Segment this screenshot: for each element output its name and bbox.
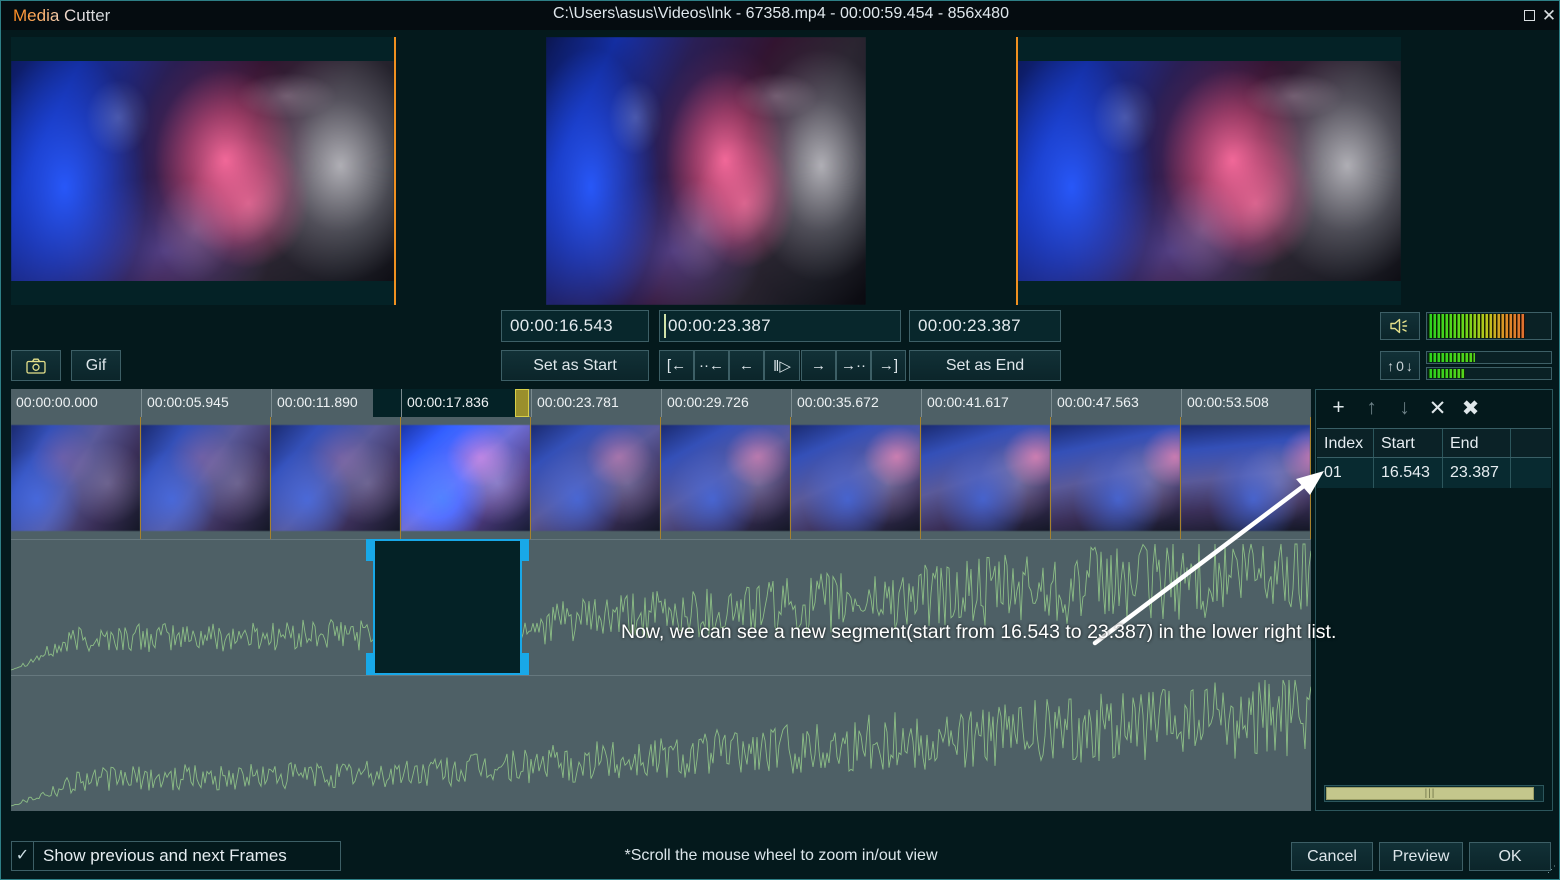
channel-stepper[interactable]: ↑ 0 ↓ xyxy=(1380,351,1420,380)
column-header-end[interactable]: End xyxy=(1443,429,1511,457)
jump-to-start-button[interactable]: [← xyxy=(659,350,694,381)
segment-table[interactable]: Index Start End 01 16.543 23.387 xyxy=(1317,428,1551,488)
segment-end-cell[interactable]: 23.387 xyxy=(1443,458,1511,488)
play-pause-button[interactable]: ‖▷ xyxy=(764,350,800,381)
segment-list-scrollbar[interactable]: ||| xyxy=(1324,785,1544,802)
thumbnail-image xyxy=(921,425,1050,531)
step-back-button[interactable]: ← xyxy=(729,350,764,381)
delete-segment-button[interactable]: ✕ xyxy=(1422,394,1453,422)
segment-toolbar: + ↑ ↓ ✕ ✖ xyxy=(1316,390,1552,426)
step-forward-button[interactable]: → xyxy=(801,350,836,381)
preview-current-frame[interactable] xyxy=(546,37,866,305)
end-time-input[interactable]: 00:00:23.387 xyxy=(909,310,1061,342)
waveform-channel-2[interactable] xyxy=(11,675,1311,811)
thumbnail-image xyxy=(531,425,660,531)
move-segment-down-button[interactable]: ↓ xyxy=(1389,394,1420,422)
timeline-ruler[interactable]: 00:00:00.000 00:00:05.945 00:00:11.890 00:0… xyxy=(11,389,1311,417)
column-header-start[interactable]: Start xyxy=(1374,429,1443,457)
resize-grip[interactable]: ⋰ xyxy=(1544,865,1556,877)
audio-meter-right-fill xyxy=(1428,369,1466,378)
ruler-tick: 00:00:35.672 xyxy=(791,389,921,417)
snapshot-button[interactable] xyxy=(11,350,61,381)
preview-gap-left xyxy=(396,37,546,305)
set-as-start-button[interactable]: Set as Start xyxy=(501,350,649,381)
set-as-end-button[interactable]: Set as End xyxy=(909,350,1061,381)
ruler-tick: 00:00:00.000 xyxy=(16,394,98,410)
close-icon[interactable]: ✕ xyxy=(1541,7,1557,24)
thumbnail-image xyxy=(791,425,920,531)
filmstrip-thumbnail[interactable] xyxy=(271,417,401,539)
segment-list-scrollbar-thumb[interactable]: ||| xyxy=(1326,787,1534,800)
segment-row-spacer xyxy=(1511,458,1551,488)
volume-meter-fill xyxy=(1428,314,1525,338)
playhead-handle[interactable] xyxy=(515,389,531,422)
preview-gap-right xyxy=(866,37,1016,305)
document-title: C:\Users\asus\Videos\lnk - 67358.mp4 - 0… xyxy=(553,5,1009,22)
camera-icon xyxy=(26,358,46,374)
preview-panes xyxy=(11,37,1551,305)
annotation-text: Now, we can see a new segment(start from… xyxy=(621,621,1337,643)
filmstrip-thumbnail[interactable] xyxy=(661,417,791,539)
preview-previous-frame[interactable] xyxy=(11,37,396,305)
ruler-tick: 00:00:53.508 xyxy=(1181,389,1311,417)
start-time-input[interactable]: 00:00:16.543 xyxy=(501,310,649,342)
filmstrip-thumbnail[interactable] xyxy=(141,417,271,539)
column-header-spacer xyxy=(1511,429,1551,457)
waveform-graphic xyxy=(11,679,1311,807)
move-segment-up-button[interactable]: ↑ xyxy=(1356,394,1387,422)
audio-meter-left-fill xyxy=(1428,353,1476,362)
maximize-icon[interactable] xyxy=(1522,8,1538,24)
stepper-value: 0 xyxy=(1396,357,1404,374)
step-back-fast-button[interactable]: ··← xyxy=(694,350,729,381)
ruler-tick: 00:00:05.945 xyxy=(141,389,271,417)
filmstrip-thumbnail[interactable] xyxy=(401,417,531,539)
current-time-input[interactable]: 00:00:23.387 xyxy=(659,310,901,342)
jump-to-end-button[interactable]: →] xyxy=(871,350,906,381)
filmstrip-thumbnail[interactable] xyxy=(11,417,141,539)
step-forward-fast-button[interactable]: →·· xyxy=(836,350,871,381)
title-bar: Media Cutter C:\Users\asus\Videos\lnk - … xyxy=(1,1,1559,30)
filmstrip-thumbnail[interactable] xyxy=(921,417,1051,539)
ruler-tick: 00:00:29.726 xyxy=(661,389,791,417)
thumbnail-image xyxy=(271,425,400,531)
filmstrip-thumbnail[interactable] xyxy=(531,417,661,539)
audio-meter-right xyxy=(1426,367,1552,380)
add-segment-button[interactable]: + xyxy=(1323,394,1354,422)
ruler-tick: 00:00:41.617 xyxy=(921,389,1051,417)
thumbnail-image xyxy=(141,425,270,531)
ruler-tick: 00:00:17.836 xyxy=(401,389,531,417)
segment-row[interactable]: 01 16.543 23.387 xyxy=(1317,458,1551,488)
volume-meter[interactable] xyxy=(1426,312,1552,340)
arrow-up-icon: ↑ xyxy=(1387,357,1395,374)
ruler-tick: 00:00:11.890 xyxy=(271,389,401,417)
gif-button[interactable]: Gif xyxy=(71,350,121,381)
preview-next-frame[interactable] xyxy=(1016,37,1401,305)
segment-list-panel: + ↑ ↓ ✕ ✖ Index Start End 01 16.543 23.387 ||| xyxy=(1315,389,1553,811)
thumbnail-image xyxy=(661,425,790,531)
media-cutter-window: Media Cutter C:\Users\asus\Videos\lnk - … xyxy=(0,0,1560,880)
cancel-button[interactable]: Cancel xyxy=(1291,842,1373,871)
thumbnail-image xyxy=(401,425,530,531)
ruler-tick: 00:00:47.563 xyxy=(1051,389,1181,417)
speaker-icon[interactable] xyxy=(1380,312,1420,340)
ruler-tick: 00:00:23.781 xyxy=(531,389,661,417)
delete-all-segments-button[interactable]: ✖ xyxy=(1455,394,1486,422)
preview-button[interactable]: Preview xyxy=(1379,842,1463,871)
column-header-index[interactable]: Index xyxy=(1317,429,1374,457)
arrow-down-icon: ↓ xyxy=(1405,357,1413,374)
audio-meter-left xyxy=(1426,351,1552,364)
segment-table-header: Index Start End xyxy=(1317,428,1551,458)
segment-start-cell[interactable]: 16.543 xyxy=(1374,458,1443,488)
text-caret xyxy=(664,314,666,338)
ok-button[interactable]: OK xyxy=(1469,842,1551,871)
thumbnail-image xyxy=(11,425,140,531)
filmstrip-thumbnail[interactable] xyxy=(791,417,921,539)
